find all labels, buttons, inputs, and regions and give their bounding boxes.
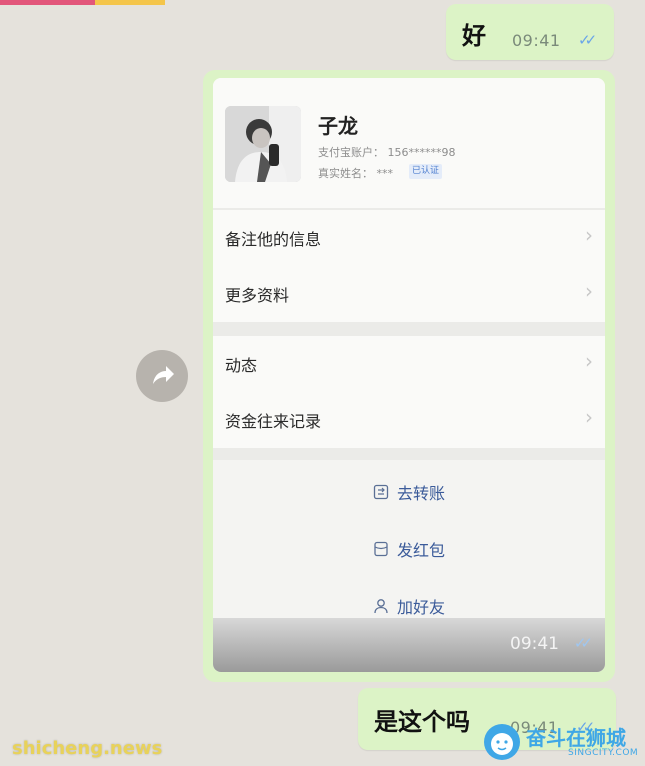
realname-value: ***	[376, 167, 394, 180]
top-color-strip	[0, 0, 165, 5]
card-footer: 09:41 ✓✓	[213, 618, 605, 672]
lion-logo-icon	[484, 724, 520, 760]
strip-segment-pink	[0, 0, 95, 5]
real-name-line: 真实姓名： ***	[318, 165, 393, 181]
outgoing-message-bubble[interactable]: 好 09:41 ✓✓	[446, 4, 614, 60]
alipay-account-line: 支付宝账户： 156******98	[318, 144, 456, 160]
menu-row-moments[interactable]: 动态 ›	[213, 336, 605, 392]
add-friend-icon	[374, 599, 388, 614]
transfer-icon	[373, 484, 389, 500]
brand-name-cn: 奋斗在狮城	[526, 726, 626, 750]
action-label: 去转账	[397, 484, 446, 503]
forward-button[interactable]	[136, 350, 188, 402]
chevron-right-icon: ›	[585, 349, 593, 373]
menu-row-more-info[interactable]: 更多资料 ›	[213, 266, 605, 322]
message-text: 是这个吗	[374, 708, 470, 736]
section-gap	[213, 322, 605, 336]
strip-segment-yellow	[95, 0, 165, 5]
avatar[interactable]	[225, 106, 301, 182]
chevron-right-icon: ›	[585, 223, 593, 247]
section-gap	[213, 448, 605, 460]
realname-label: 真实姓名：	[318, 167, 373, 180]
message-time: 09:41	[512, 31, 561, 50]
brand-watermark: 奋斗在狮城 SINGCITY.COM	[482, 718, 642, 764]
row-label: 更多资料	[225, 286, 290, 305]
brand-name-en: SINGCITY.COM	[568, 748, 639, 758]
contact-card-bubble[interactable]: 子龙 支付宝账户： 156******98 真实姓名： *** 已认证 备注他的…	[203, 70, 615, 682]
verified-badge: 已认证	[409, 164, 443, 179]
menu-row-fund-records[interactable]: 资金往来记录 ›	[213, 392, 605, 448]
message-time: 09:41	[510, 634, 559, 654]
message-text: 好	[462, 22, 486, 50]
menu-row-remark[interactable]: 备注他的信息 ›	[213, 210, 605, 266]
account-label: 支付宝账户：	[318, 146, 384, 159]
forward-arrow-icon	[153, 366, 174, 384]
account-value: 156******98	[387, 146, 456, 159]
avatar-photo	[225, 106, 301, 182]
profile-header: 子龙 支付宝账户： 156******98 真实姓名： *** 已认证	[213, 78, 605, 208]
row-label: 备注他的信息	[225, 230, 322, 249]
action-label: 加好友	[397, 598, 446, 617]
row-label: 动态	[225, 356, 258, 375]
chevron-right-icon: ›	[585, 405, 593, 429]
row-label: 资金往来记录	[225, 412, 322, 431]
action-label: 发红包	[397, 541, 446, 560]
alipay-profile-card: 子龙 支付宝账户： 156******98 真实姓名： *** 已认证 备注他的…	[213, 78, 605, 672]
read-receipt-icon: ✓✓	[578, 31, 597, 49]
read-receipt-icon: ✓✓	[573, 634, 593, 652]
watermark-shicheng: shicheng.news	[12, 738, 163, 759]
chevron-right-icon: ›	[585, 279, 593, 303]
red-packet-icon	[374, 541, 388, 557]
contact-name: 子龙	[318, 114, 358, 138]
